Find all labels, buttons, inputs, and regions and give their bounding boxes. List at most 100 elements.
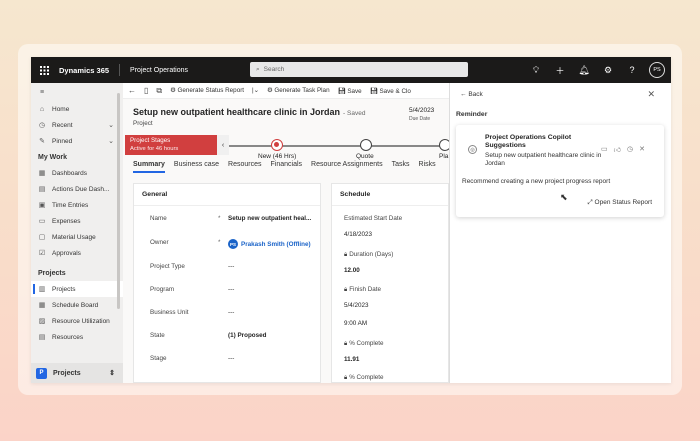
state-field[interactable]: (1) Proposed [228, 332, 267, 339]
stage-field[interactable]: --- [228, 355, 234, 362]
sidebar-item-time-entries[interactable]: ▣ Time Entries [31, 197, 123, 213]
brand-name[interactable]: Dynamics 365 [59, 66, 109, 75]
tab-risks[interactable]: Risks [419, 161, 436, 173]
search-input[interactable]: ⌕ Search [250, 62, 468, 77]
percent-complete-field[interactable]: 11.91 [344, 356, 359, 363]
sidebar-item-schedule-board[interactable]: ▦ Schedule Board [31, 297, 123, 313]
sidebar-item-projects[interactable]: ▥ Projects [31, 281, 123, 297]
lightbulb-icon[interactable]: 💡︎ [529, 65, 543, 76]
record-header: Setup new outpatient healthcare clinic i… [133, 107, 449, 127]
command-bar: ← ▯ ⧉ ⚙ Generate Status Report |⌄ ⚙ Gene… [123, 83, 449, 99]
field-label: Estimated Start Date [344, 215, 403, 222]
sidebar-item-actions-due[interactable]: ▤ Actions Due Dash... [31, 181, 123, 197]
field-label: % Complete [349, 374, 384, 381]
tab-financials[interactable]: Financials [271, 161, 303, 173]
gear-icon[interactable]: ⚙ [601, 65, 615, 76]
tab-summary[interactable]: Summary [133, 161, 165, 173]
actions-icon: ▤ [38, 186, 46, 193]
comment-icon[interactable]: ▭ [601, 145, 608, 154]
sidebar-item-recent[interactable]: ◷ Recent ⌄ [31, 117, 123, 133]
calendar-icon: ▣ [38, 202, 46, 209]
save-button[interactable]: 💾︎ Save [338, 87, 362, 95]
field-label: Owner [150, 239, 169, 246]
field-label-percent-complete: 🔒︎% Complete [344, 340, 384, 348]
lock-icon: 🔒︎ [344, 375, 348, 381]
pin-icon: ✎ [39, 138, 45, 145]
box-icon: ▢ [38, 234, 46, 241]
hamburger-menu[interactable]: ≡ [31, 83, 123, 101]
help-icon[interactable]: ? [625, 65, 639, 75]
due-date-value: 5/4/2023 [409, 107, 435, 114]
name-field[interactable]: Setup new outpatient heal... [228, 215, 311, 222]
back-button[interactable]: ← Back [460, 91, 483, 98]
tab-resources[interactable]: Resources [228, 161, 261, 173]
recommendation-text: Recommend creating a new project progres… [462, 178, 611, 185]
active-stage-box[interactable]: Project Stages Active for 46 hours [125, 135, 217, 155]
area-label: Projects [53, 369, 81, 377]
sidebar-item-pinned[interactable]: ✎ Pinned ⌄ [31, 133, 123, 149]
bell-icon[interactable]: 🔔︎ [577, 65, 591, 76]
sidebar-scrollbar[interactable] [117, 93, 120, 309]
section-title: Schedule [332, 184, 448, 206]
sidebar-item-resources[interactable]: ▤ Resources [31, 329, 123, 345]
sidebar-item-label: Expenses [52, 217, 81, 225]
tab-business-case[interactable]: Business case [174, 161, 219, 173]
open-new-window-icon[interactable]: ⧉ [156, 86, 162, 96]
dropdown-chevron-icon[interactable]: |⌄ [252, 87, 259, 94]
stage-line [229, 145, 449, 147]
app-launcher-icon[interactable] [31, 57, 57, 83]
sidebar-item-material-usage[interactable]: ▢ Material Usage [31, 229, 123, 245]
snooze-icon[interactable]: ◷ [627, 145, 633, 154]
open-status-report-button[interactable]: ⤢ Open Status Report [588, 199, 652, 207]
chevron-left-icon[interactable]: ‹ [217, 135, 229, 155]
duration-field[interactable]: 12.00 [344, 267, 360, 274]
button-label: Generate Status Report [177, 87, 245, 94]
generate-task-plan-button[interactable]: ⚙ Generate Task Plan [267, 87, 330, 94]
sidebar-item-resource-utilization[interactable]: ▨ Resource Utilization [31, 313, 123, 329]
finish-date-field[interactable]: 5/4/2023 [344, 302, 369, 309]
sidebar-item-label: Dashboards [52, 169, 88, 177]
sidebar-item-label: Recent [52, 121, 73, 129]
sidebar-item-dashboards[interactable]: ▦ Dashboards [31, 165, 123, 181]
sidebar-item-approvals[interactable]: ☑ Approvals [31, 245, 123, 261]
stage-node-plan[interactable] [439, 139, 449, 151]
sidebar-item-label: Resource Utilization [52, 317, 110, 325]
owner-lookup[interactable]: PS Prakash Smith (Offline) [228, 239, 311, 249]
button-label: Save & Clo [379, 87, 411, 95]
tab-resource-assignments[interactable]: Resource Assignments [311, 161, 383, 173]
stage-node-quote[interactable] [360, 139, 372, 151]
lock-icon: 🔒︎ [344, 252, 348, 258]
link-icon: ⤢ [587, 199, 595, 206]
approval-icon: ☑ [38, 250, 46, 257]
app-window: Dynamics 365 Project Operations ⌕ Search… [31, 57, 671, 383]
area-switcher[interactable]: P Projects ⇕ [31, 363, 123, 383]
project-type-field[interactable]: --- [228, 263, 234, 270]
close-icon[interactable]: ✕ [647, 89, 655, 100]
chevron-down-icon[interactable]: ⌄ [108, 137, 114, 145]
generate-status-report-button[interactable]: ⚙ Generate Status Report [170, 87, 244, 94]
save-close-button[interactable]: 💾︎ Save & Clo [370, 87, 411, 95]
avatar[interactable]: PS [649, 62, 665, 78]
chevron-down-icon[interactable]: ⌄ [108, 121, 114, 129]
sidebar-item-expenses[interactable]: ▭ Expenses [31, 213, 123, 229]
program-field[interactable]: --- [228, 286, 234, 293]
thumbs-up-icon[interactable]: 👍︎ [614, 145, 621, 154]
record-icon[interactable]: ▯ [144, 86, 148, 95]
plus-icon[interactable]: ＋ [553, 64, 567, 77]
tab-tasks[interactable]: Tasks [392, 161, 410, 173]
suggestion-card: ◎ Project Operations Copilot Suggestions… [456, 125, 664, 217]
app-name[interactable]: Project Operations [130, 67, 188, 74]
form-tabs: Summary Business case Resources Financia… [133, 161, 436, 173]
project-icon: ▥ [38, 286, 46, 293]
back-label: Back [468, 91, 483, 98]
dismiss-icon[interactable]: ✕ [639, 145, 645, 154]
finish-time-field[interactable]: 9:00 AM [344, 320, 367, 327]
chart-icon: ▨ [38, 318, 46, 325]
stage-node-new[interactable] [271, 139, 283, 151]
field-label: Business Unit [150, 309, 189, 316]
sidebar-item-home[interactable]: ⌂ Home [31, 101, 123, 117]
start-date-field[interactable]: 4/18/2023 [344, 231, 372, 238]
business-unit-field[interactable]: --- [228, 309, 234, 316]
field-label: State [150, 332, 165, 339]
back-arrow-icon[interactable]: ← [128, 86, 136, 95]
